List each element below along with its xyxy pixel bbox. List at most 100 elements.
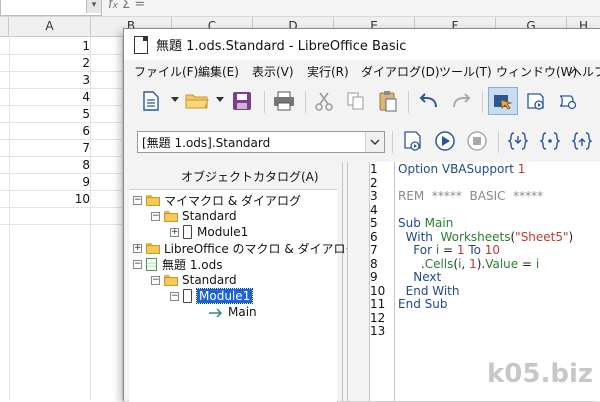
tree-item-my-module1[interactable]: + Module1	[170, 224, 248, 240]
menu-edit[interactable]: 編集(E)	[198, 63, 239, 80]
code-token: End Sub	[398, 297, 448, 311]
stop-icon[interactable]	[462, 127, 492, 155]
collapse-icon[interactable]: −	[151, 211, 160, 221]
line-number: 4	[370, 202, 378, 217]
new-dropdown-icon[interactable]	[171, 97, 179, 102]
menu-window[interactable]: ウィンドウ(W)	[496, 63, 577, 80]
code-token: 10	[484, 243, 501, 257]
corner-cell[interactable]	[0, 17, 9, 36]
code-line[interactable]: End Sub	[398, 297, 448, 312]
menu-tools[interactable]: ツール(T)	[439, 63, 492, 80]
copy-icon[interactable]	[341, 87, 371, 115]
step-into-icon[interactable]	[503, 127, 533, 155]
column-header-a[interactable]: A	[9, 17, 91, 36]
code-token: ).	[476, 256, 486, 271]
fx-icon[interactable]: fx Σ =	[108, 0, 145, 12]
line-number: 9	[370, 270, 378, 284]
insert-dialog-icon[interactable]	[521, 87, 551, 115]
code-line[interactable]: Next	[398, 270, 441, 285]
code-line[interactable]: Sub Main	[398, 216, 453, 231]
code-token: ,	[461, 256, 470, 271]
chevron-down-icon[interactable]	[365, 132, 384, 152]
code-token: Option VBASupport	[398, 162, 518, 176]
code-token: End With	[398, 283, 460, 298]
line-number: 2	[370, 175, 378, 190]
select-module-icon[interactable]	[488, 87, 518, 115]
tree-item-doc-module1[interactable]: − Module1	[170, 288, 254, 304]
cell-a10[interactable]: 10	[0, 191, 90, 208]
menu-run[interactable]: 実行(R)	[307, 63, 349, 80]
code-token: .	[398, 256, 425, 271]
line-number: 7	[370, 243, 378, 257]
save-icon[interactable]	[227, 87, 257, 115]
cell-a1[interactable]: 1	[0, 38, 90, 55]
folder-icon	[146, 242, 160, 254]
line-number: 12	[370, 310, 386, 325]
code-line[interactable]: With Worksheets("Sheet5")	[398, 229, 574, 245]
cell-a7[interactable]: 7	[0, 140, 90, 157]
tree-item-libreoffice-macros[interactable]: + LibreOffice のマクロ & ダイアログ	[133, 240, 358, 256]
tree-item-main[interactable]: Main	[208, 304, 257, 320]
cell-a2[interactable]: 2	[0, 55, 90, 72]
library-select[interactable]: [無題 1.ods].Standard	[137, 131, 385, 153]
tree-item-doc-standard[interactable]: − Standard	[151, 272, 237, 288]
collapse-icon[interactable]: −	[133, 195, 142, 205]
paste-icon[interactable]	[373, 87, 403, 115]
sum-icon[interactable]: Σ	[122, 0, 130, 12]
cell-a3[interactable]: 3	[0, 72, 90, 89]
formula-bar: ▾ fx Σ =	[0, 0, 600, 17]
new-document-icon[interactable]	[136, 87, 166, 115]
code-token: =	[439, 243, 457, 257]
expand-icon[interactable]: +	[133, 243, 142, 253]
collapse-icon[interactable]: −	[151, 275, 160, 285]
object-catalog-tree[interactable]: − マイマクロ & ダイアログ − Standard + Module1 + L…	[129, 189, 358, 402]
redo-icon[interactable]	[446, 87, 476, 115]
step-over-icon[interactable]	[535, 127, 565, 155]
object-catalog-title: オブジェクトカタログ(A)	[181, 170, 319, 184]
cell-a4[interactable]: 4	[0, 89, 90, 106]
compile-icon[interactable]	[398, 127, 428, 155]
document-icon	[134, 36, 148, 54]
cell-a9[interactable]: 9	[0, 174, 90, 191]
menu-view[interactable]: 表示(V)	[252, 63, 294, 80]
cell-a8[interactable]: 8	[0, 157, 90, 174]
menu-help[interactable]: ヘルプ	[570, 63, 600, 80]
collapse-icon[interactable]: −	[170, 291, 179, 301]
cell-a6[interactable]: 6	[0, 123, 90, 140]
code-token: )	[568, 229, 574, 244]
step-out-icon[interactable]	[567, 127, 597, 155]
tree-item-my-standard[interactable]: − Standard	[151, 208, 237, 224]
print-icon[interactable]	[269, 87, 299, 115]
breakpoint-gutter[interactable]	[348, 162, 370, 401]
folder-icon	[146, 194, 160, 206]
code-token: For	[398, 243, 436, 257]
expand-icon[interactable]: +	[170, 227, 179, 237]
code-line[interactable]: Option VBASupport 1	[398, 162, 526, 177]
collapse-icon[interactable]: −	[133, 259, 142, 269]
undo-icon[interactable]	[414, 87, 444, 115]
code-line[interactable]: REM ***** BASIC *****	[398, 189, 543, 204]
line-number: 5	[370, 216, 378, 230]
tree-item-my-macros[interactable]: − マイマクロ & ダイアログ	[133, 192, 301, 208]
cut-icon[interactable]	[309, 87, 339, 115]
tree-item-document[interactable]: − 無題 1.ods	[133, 256, 222, 272]
title-bar[interactable]: 無題 1.ods.Standard - LibreOffice Basic	[124, 29, 600, 60]
code-token: 1	[517, 162, 526, 176]
code-line[interactable]: End With	[398, 283, 460, 299]
menu-dialog[interactable]: ダイアログ(D)	[361, 63, 440, 80]
macros-icon[interactable]	[553, 87, 583, 115]
library-select-value: [無題 1.ods].Standard	[142, 136, 271, 150]
line-number: 10	[370, 283, 386, 298]
macro-toolbar: [無題 1.ods].Standard	[124, 123, 600, 161]
basic-ide-window: 無題 1.ods.Standard - LibreOffice Basic ファ…	[123, 28, 600, 402]
cell-a5[interactable]: 5	[0, 106, 90, 123]
equals-icon[interactable]: =	[134, 0, 145, 12]
name-box-dropdown[interactable]: ▾	[86, 0, 101, 13]
code-line[interactable]: .Cells(i, 1).Value = i	[398, 256, 539, 272]
code-line[interactable]: For i = 1 To 10	[398, 243, 501, 258]
run-icon[interactable]	[430, 127, 460, 155]
menu-file[interactable]: ファイル(F)	[134, 63, 198, 80]
open-folder-icon[interactable]	[182, 87, 212, 115]
open-dropdown-icon[interactable]	[216, 97, 224, 102]
folder-icon	[164, 274, 178, 286]
